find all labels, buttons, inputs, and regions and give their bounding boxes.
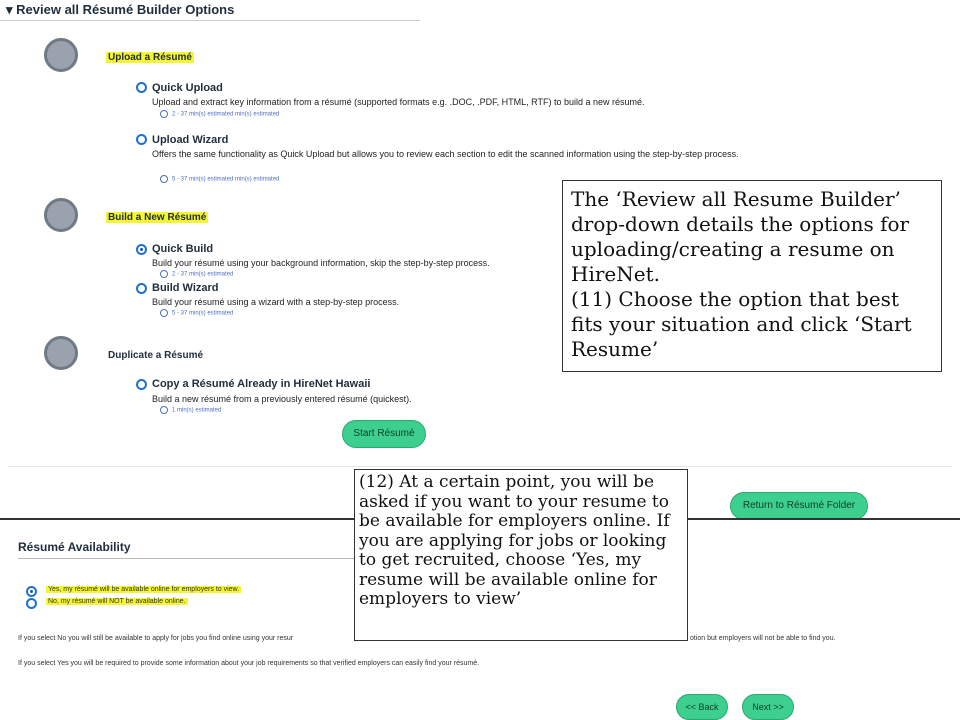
quick-build-title: Quick Build: [152, 243, 214, 255]
availability-yes-radio[interactable]: [26, 586, 37, 597]
quick-build-radio[interactable]: [136, 244, 147, 255]
build-wizard-time: 5 - 37 min(s) estimated: [160, 309, 233, 317]
section-divider: [8, 466, 952, 467]
copy-resume-title: Copy a Résumé Already in HireNet Hawaii: [152, 378, 371, 390]
instruction-callout-11: The ‘Review all Resume Builder’ drop-dow…: [562, 180, 942, 372]
copy-resume-time: 1 min(s) estimated: [160, 406, 221, 414]
availability-note-no-right: otion but employers will not be able to …: [690, 635, 836, 642]
availability-no-radio[interactable]: [26, 598, 37, 609]
clock-icon: [160, 270, 168, 278]
quick-upload-time: 2 - 37 min(s) estimated min(s) estimated: [160, 110, 279, 118]
clock-icon: [160, 175, 168, 183]
copy-resume-radio[interactable]: [136, 379, 147, 390]
next-button[interactable]: Next >>: [742, 694, 794, 720]
quick-upload-title: Quick Upload: [152, 82, 223, 94]
clock-icon: [160, 309, 168, 317]
section-upload-title: Upload a Résumé: [106, 52, 194, 63]
section-build-title: Build a New Résumé: [106, 212, 209, 223]
availability-yes-label: Yes, my résumé will be available online …: [46, 586, 242, 593]
build-wizard-desc: Build your résumé using a wizard with a …: [152, 297, 400, 307]
availability-no-label: No, my résumé will NOT be available onli…: [46, 598, 188, 605]
clock-icon: [160, 406, 168, 414]
header-rule: [0, 20, 420, 21]
availability-note-yes: If you select Yes you will be required t…: [18, 660, 480, 667]
upload-wizard-radio[interactable]: [136, 134, 147, 145]
back-button[interactable]: << Back: [676, 694, 728, 720]
availability-note-no-left: If you select No you will still be avail…: [18, 635, 294, 642]
duplicate-resume-icon: [44, 336, 78, 370]
quick-upload-desc: Upload and extract key information from …: [152, 97, 645, 107]
upload-wizard-title: Upload Wizard: [152, 134, 229, 146]
build-wizard-radio[interactable]: [136, 283, 147, 294]
start-resume-button[interactable]: Start Résumé: [342, 420, 426, 448]
availability-title: Résumé Availability: [18, 540, 131, 554]
caret-down-icon: ▾: [6, 2, 13, 17]
upload-wizard-desc: Offers the same functionality as Quick U…: [152, 149, 739, 159]
upload-resume-icon: [44, 38, 78, 72]
builder-header-label: Review all Résumé Builder Options: [16, 2, 235, 17]
quick-build-desc: Build your résumé using your background …: [152, 258, 490, 268]
section-duplicate-title: Duplicate a Résumé: [108, 350, 204, 361]
availability-title-rule: [18, 558, 358, 559]
instruction-callout-12: (12) At a certain point, you will be ask…: [354, 469, 688, 641]
copy-resume-desc: Build a new résumé from a previously ent…: [152, 394, 412, 404]
clock-icon: [160, 110, 168, 118]
return-to-resume-folder-button[interactable]: Return to Résumé Folder: [730, 492, 868, 520]
builder-header-toggle[interactable]: ▾ Review all Résumé Builder Options: [6, 2, 234, 18]
build-wizard-title: Build Wizard: [152, 282, 219, 294]
quick-upload-radio[interactable]: [136, 82, 147, 93]
upload-wizard-time: 5 - 37 min(s) estimated min(s) estimated: [160, 175, 279, 183]
build-resume-icon: [44, 198, 78, 232]
quick-build-time: 2 - 37 min(s) estimated: [160, 270, 233, 278]
